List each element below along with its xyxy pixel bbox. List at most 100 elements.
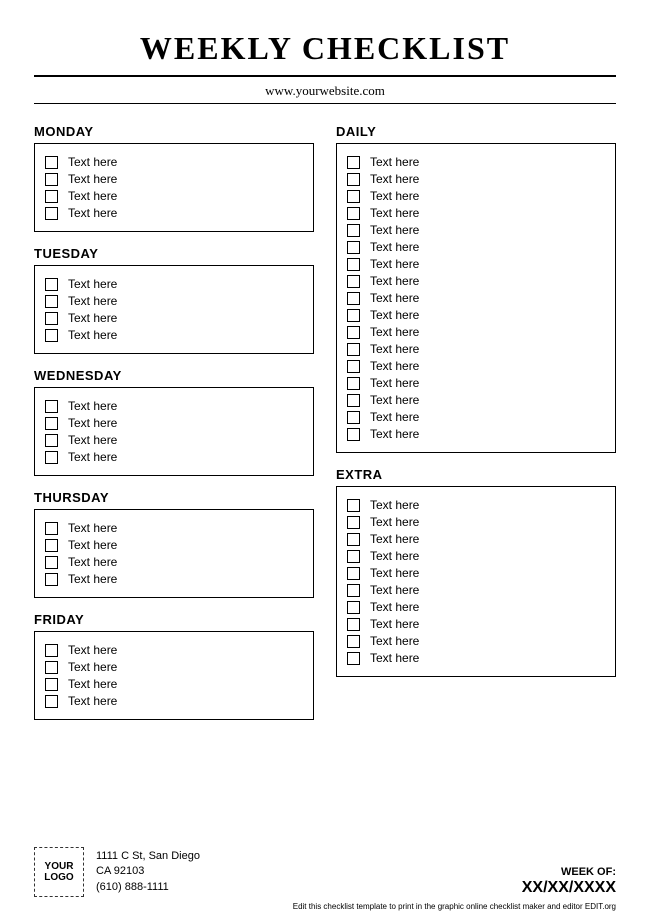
checklist-section: DAILYText hereText hereText hereText her… <box>336 124 616 453</box>
checklist-section: WEDNESDAYText hereText hereText hereText… <box>34 368 314 476</box>
checkbox[interactable] <box>45 522 58 535</box>
checklist-item-text: Text here <box>68 206 117 220</box>
checklist-item-text: Text here <box>370 155 419 169</box>
checkbox[interactable] <box>347 550 360 563</box>
checkbox[interactable] <box>45 678 58 691</box>
checklist-item-text: Text here <box>370 515 419 529</box>
checkbox[interactable] <box>347 241 360 254</box>
checkbox[interactable] <box>45 644 58 657</box>
website-url: www.yourwebsite.com <box>34 83 616 99</box>
checklist-section: TUESDAYText hereText hereText hereText h… <box>34 246 314 354</box>
checklist-item: Text here <box>347 532 605 546</box>
checkbox[interactable] <box>347 207 360 220</box>
checkbox[interactable] <box>347 343 360 356</box>
week-of-label: WEEK OF: <box>522 866 616 878</box>
checkbox[interactable] <box>45 539 58 552</box>
checklist-item-text: Text here <box>68 172 117 186</box>
checkbox[interactable] <box>45 329 58 342</box>
checklist-item: Text here <box>347 376 605 390</box>
checklist-item: Text here <box>347 206 605 220</box>
section-title: EXTRA <box>336 467 616 482</box>
checklist-box: Text here Text here Text here Text here Text… <box>336 486 616 677</box>
checkbox[interactable] <box>45 451 58 464</box>
checkbox[interactable] <box>45 190 58 203</box>
checkbox[interactable] <box>347 601 360 614</box>
address-line1: 1111 C St, San Diego <box>96 849 200 864</box>
right-column: DAILYText hereText hereText hereText her… <box>336 124 616 734</box>
checkbox[interactable] <box>45 207 58 220</box>
checkbox[interactable] <box>45 295 58 308</box>
checklist-section: EXTRAText hereText hereText hereText her… <box>336 467 616 677</box>
checklist-item-text: Text here <box>370 342 419 356</box>
checklist-box: Text hereText hereText hereText here <box>34 265 314 354</box>
checklist-item-text: Text here <box>68 450 117 464</box>
checkbox[interactable] <box>347 533 360 546</box>
checkbox[interactable] <box>347 258 360 271</box>
checkbox[interactable] <box>347 326 360 339</box>
checklist-item-text: Text here <box>68 277 117 291</box>
checklist-item-text: Text here <box>68 416 117 430</box>
checkbox[interactable] <box>45 173 58 186</box>
checklist-item: Text here <box>347 427 605 441</box>
checkbox[interactable] <box>45 661 58 674</box>
logo-text-line1: YOUR <box>45 861 74 872</box>
checklist-section: MONDAYText hereText hereText hereText he… <box>34 124 314 232</box>
checkbox[interactable] <box>347 377 360 390</box>
checklist-item-text: Text here <box>68 433 117 447</box>
checklist-item-text: Text here <box>370 291 419 305</box>
checklist-item: Text here <box>45 521 303 535</box>
checkbox[interactable] <box>347 567 360 580</box>
columns-container: MONDAYText hereText hereText hereText he… <box>34 124 616 734</box>
checkbox[interactable] <box>347 190 360 203</box>
checkbox[interactable] <box>347 394 360 407</box>
checklist-box: Text here Text here Text here Text here <box>34 387 314 476</box>
checklist-item: Text here <box>347 566 605 580</box>
checklist-item-text: Text here <box>370 359 419 373</box>
checkbox[interactable] <box>45 400 58 413</box>
checkbox[interactable] <box>45 156 58 169</box>
checklist-item: Text here <box>347 172 605 186</box>
checklist-box: Text here Text here Text here Text here Text… <box>336 143 616 453</box>
checkbox[interactable] <box>347 428 360 441</box>
checkbox[interactable] <box>347 360 360 373</box>
checkbox[interactable] <box>347 499 360 512</box>
checkbox[interactable] <box>347 275 360 288</box>
logo-placeholder: YOUR LOGO <box>34 847 84 897</box>
checklist-item-text: Text here <box>370 583 419 597</box>
checkbox[interactable] <box>45 417 58 430</box>
checkbox[interactable] <box>45 312 58 325</box>
checkbox[interactable] <box>347 309 360 322</box>
checklist-item: Text here <box>347 549 605 563</box>
checklist-box: Text hereText hereText hereText here <box>34 509 314 598</box>
checkbox[interactable] <box>347 635 360 648</box>
checkbox[interactable] <box>45 278 58 291</box>
checkbox[interactable] <box>45 695 58 708</box>
checkbox[interactable] <box>347 618 360 631</box>
divider-bottom <box>34 103 616 104</box>
checkbox[interactable] <box>347 224 360 237</box>
checkbox[interactable] <box>45 573 58 586</box>
checkbox[interactable] <box>347 652 360 665</box>
checkbox[interactable] <box>347 584 360 597</box>
checklist-item: Text here <box>45 399 303 413</box>
footer: YOUR LOGO 1111 C St, San Diego CA 92103 … <box>34 847 616 897</box>
checklist-item: Text here <box>45 294 303 308</box>
checklist-item-text: Text here <box>68 660 117 674</box>
checkbox[interactable] <box>347 156 360 169</box>
checklist-item-text: Text here <box>370 532 419 546</box>
checklist-item-text: Text here <box>68 155 117 169</box>
checkbox[interactable] <box>347 411 360 424</box>
checkbox[interactable] <box>45 434 58 447</box>
checkbox[interactable] <box>347 516 360 529</box>
checkbox[interactable] <box>347 292 360 305</box>
checklist-item-text: Text here <box>370 240 419 254</box>
checklist-item-text: Text here <box>370 393 419 407</box>
checklist-item-text: Text here <box>68 399 117 413</box>
section-title: FRIDAY <box>34 612 314 627</box>
checklist-item: Text here <box>347 583 605 597</box>
checklist-item: Text here <box>347 600 605 614</box>
checklist-item: Text here <box>347 410 605 424</box>
checkbox[interactable] <box>347 173 360 186</box>
checklist-item: Text here <box>347 155 605 169</box>
checkbox[interactable] <box>45 556 58 569</box>
